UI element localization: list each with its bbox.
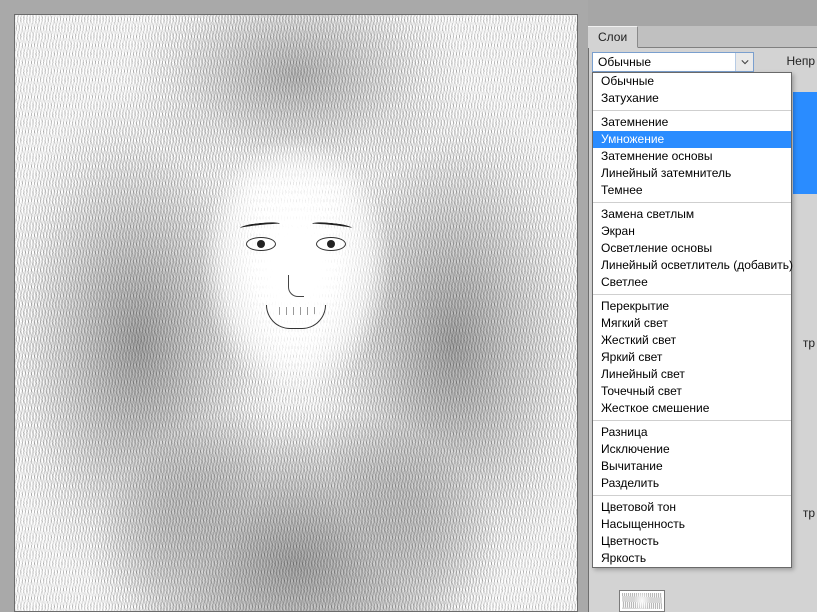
blend-mode-dropdown[interactable]: ОбычныеЗатухание ЗатемнениеУмножениеЗатем… xyxy=(592,72,792,568)
layer-thumbnail[interactable] xyxy=(619,590,665,612)
workspace xyxy=(0,0,588,612)
selected-layer-highlight xyxy=(793,92,817,194)
document-canvas[interactable] xyxy=(14,14,578,612)
blend-mode-option[interactable]: Цветовой тон xyxy=(593,499,791,516)
blend-mode-option[interactable]: Жесткое смешение xyxy=(593,400,791,417)
blend-mode-current: Обычные xyxy=(598,55,651,69)
blend-mode-option[interactable]: Светлее xyxy=(593,274,791,291)
blend-mode-option[interactable]: Замена светлым xyxy=(593,206,791,223)
blend-mode-option[interactable]: Цветность xyxy=(593,533,791,550)
blend-mode-option[interactable]: Экран xyxy=(593,223,791,240)
blend-mode-option[interactable]: Точечный свет xyxy=(593,383,791,400)
blend-mode-option[interactable]: Жесткий свет xyxy=(593,332,791,349)
sketch-image xyxy=(15,15,577,611)
blend-mode-option[interactable]: Яркость xyxy=(593,550,791,567)
blend-mode-option[interactable]: Умножение xyxy=(593,131,791,148)
truncated-label-b: тр xyxy=(803,506,815,520)
blend-mode-option[interactable]: Затемнение основы xyxy=(593,148,791,165)
blend-mode-option[interactable]: Темнее xyxy=(593,182,791,199)
blend-mode-option[interactable]: Вычитание xyxy=(593,458,791,475)
truncated-label-a: тр xyxy=(803,336,815,350)
blend-mode-option[interactable]: Исключение xyxy=(593,441,791,458)
blend-mode-option[interactable]: Мягкий свет xyxy=(593,315,791,332)
tab-layers[interactable]: Слои xyxy=(588,26,638,48)
blend-mode-option[interactable]: Обычные xyxy=(593,73,791,90)
blend-mode-option[interactable]: Насыщенность xyxy=(593,516,791,533)
blend-mode-option[interactable]: Линейный свет xyxy=(593,366,791,383)
blend-mode-option[interactable]: Перекрытие xyxy=(593,298,791,315)
blend-mode-option[interactable]: Осветление основы xyxy=(593,240,791,257)
blend-mode-option[interactable]: Разделить xyxy=(593,475,791,492)
blend-mode-option[interactable]: Затемнение xyxy=(593,114,791,131)
blend-mode-option[interactable]: Линейный осветлитель (добавить) xyxy=(593,257,791,274)
blend-mode-option[interactable]: Яркий свет xyxy=(593,349,791,366)
blend-mode-option[interactable]: Затухание xyxy=(593,90,791,107)
panel-tabs: Слои xyxy=(588,26,817,48)
blend-mode-option[interactable]: Линейный затемнитель xyxy=(593,165,791,182)
opacity-label-truncated: Непр xyxy=(786,54,815,68)
blend-mode-select[interactable]: Обычные xyxy=(592,52,754,72)
blend-mode-option[interactable]: Разница xyxy=(593,424,791,441)
chevron-down-icon[interactable] xyxy=(735,53,753,71)
